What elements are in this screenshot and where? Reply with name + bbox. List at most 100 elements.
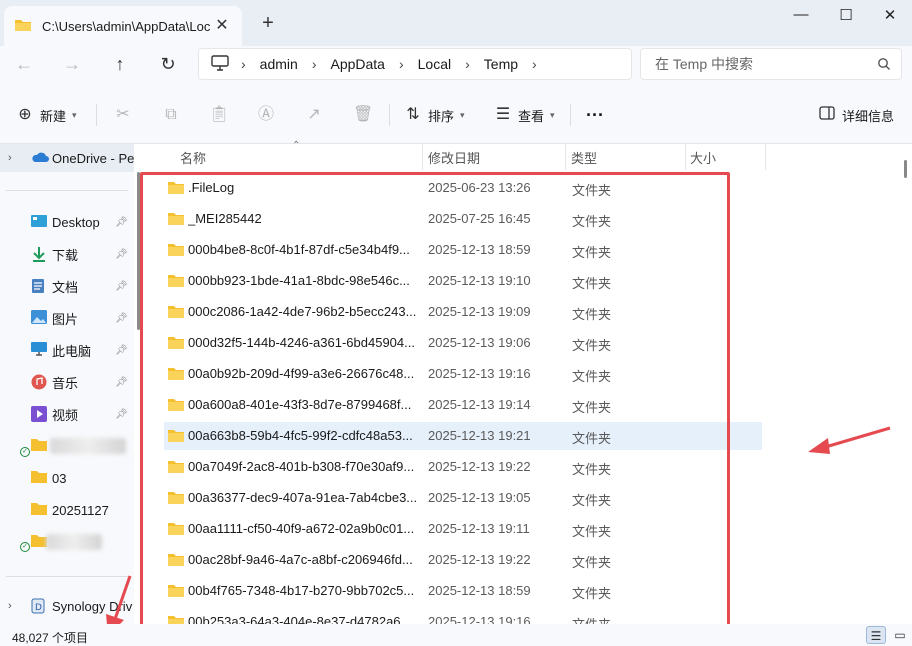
cut-button[interactable]: ✂ [114,104,138,126]
maximize-button[interactable]: ☐ [831,6,861,26]
desktop-icon [31,214,47,230]
column-header-date[interactable]: 修改日期 [394,144,538,170]
redacted-label [50,438,126,454]
sidebar-item-this-pc[interactable]: 此电脑 📌︎ [0,336,134,364]
rename-button[interactable]: Ⓐ [257,104,281,126]
status-bar: 48,027 个项目 ☰ ▭ [0,624,912,646]
new-label: 新建 [40,108,67,124]
close-window-button[interactable]: ✕ [875,6,905,26]
plus-circle-icon: ⊕ [18,106,32,123]
music-icon [31,374,47,390]
tiles-view-button[interactable]: ▭ [890,626,910,644]
sidebar-item-desktop[interactable]: Desktop 📌︎ [0,208,134,236]
pin-icon[interactable]: 📌︎ [115,377,128,388]
delete-button[interactable]: 🗑︎ [353,104,377,126]
sort-label: 排序 [428,108,455,124]
search-input[interactable]: 在 Temp 中搜索 [640,48,902,80]
rename-icon: Ⓐ [257,106,274,123]
folder-icon [31,534,47,550]
tab-temp[interactable]: C:\Users\admin\AppData\Loca ✕ [4,6,242,46]
sort-button[interactable]: ⇅ 排序 ▾ [404,104,465,126]
main-scrollbar[interactable] [904,160,907,178]
chevron-right-icon: › [465,56,470,72]
divider [389,104,390,126]
divider [96,104,97,126]
more-options-button[interactable]: ··· [586,104,604,126]
column-divider[interactable] [765,144,766,170]
command-bar: ⊕ 新建 ▾ ✂ ⧉ 📋︎ Ⓐ ↗ 🗑︎ ⇅ 排序 ▾ ☰ 查看 ▾ ··· 详… [0,84,912,144]
sidebar-item-downloads[interactable]: 下载 📌︎ [0,240,134,268]
address-bar[interactable]: › admin › AppData › Local › Temp › [198,48,632,80]
share-button[interactable]: ↗ [305,104,329,126]
details-pane-icon [818,106,836,124]
details-pane-button[interactable]: 详细信息 [818,104,894,126]
sidebar-item-videos[interactable]: 视频 📌︎ [0,400,134,428]
minimize-button[interactable]: — [786,6,816,26]
breadcrumb-admin[interactable]: admin [260,56,298,72]
column-header-size[interactable]: 大小 [656,144,736,170]
new-button[interactable]: ⊕ 新建 ▾ [16,104,77,126]
cloud-icon [31,150,49,166]
sidebar-item-03[interactable]: 03 [0,464,134,492]
scissors-icon: ✂ [116,106,130,123]
copy-button[interactable]: ⧉ [162,104,186,126]
redacted-label [46,534,102,550]
folder-icon [31,502,47,518]
details-view-button[interactable]: ☰ [866,626,886,644]
breadcrumb-temp[interactable]: Temp [484,56,518,72]
annotation-arrow-icon [808,426,891,454]
chevron-down-icon: ▾ [460,109,465,120]
view-list-icon: ☰ [495,106,511,123]
pin-icon[interactable]: 📌︎ [115,345,128,356]
chevron-right-icon: › [241,56,246,72]
back-button[interactable]: ← [12,52,36,76]
item-count: 48,027 个项目 [12,631,89,645]
chevron-down-icon: ▾ [550,109,555,120]
chevron-right-icon[interactable]: › [8,600,12,612]
view-label: 查看 [518,108,545,124]
video-icon [31,406,47,422]
paste-button[interactable]: 📋︎ [209,104,233,126]
divider [6,190,128,191]
sidebar-label: OneDrive - Pe [52,150,134,166]
title-bar: C:\Users\admin\AppData\Loca ✕ + — ☐ ✕ [0,0,912,46]
tab-close-icon[interactable]: ✕ [212,16,232,36]
download-icon [31,246,47,262]
pin-icon[interactable]: 📌︎ [115,217,128,228]
copy-icon: ⧉ [165,106,177,123]
sidebar-item-pictures[interactable]: 图片 📌︎ [0,304,134,332]
chevron-down-icon: ▾ [72,109,77,120]
paste-icon: 📋︎ [209,106,230,123]
sync-ok-icon: ✓ [20,447,30,457]
sidebar-item-redacted[interactable] [0,432,134,460]
pin-icon[interactable]: 📌︎ [115,249,128,260]
pin-icon[interactable]: 📌︎ [115,313,128,324]
column-header-type[interactable]: 类型 [537,144,653,170]
chevron-right-icon[interactable]: › [532,56,537,72]
trash-icon: 🗑︎ [353,106,374,123]
sidebar-item-redacted[interactable] [0,528,134,556]
pin-icon[interactable]: 📌︎ [115,281,128,292]
navigation-pane: › OneDrive - Pe Desktop 📌︎ 下载 📌︎ 文档 📌︎ 图… [0,144,134,624]
up-button[interactable]: ↑ [108,52,132,76]
view-button[interactable]: ☰ 查看 ▾ [494,104,555,126]
chevron-right-icon: › [311,56,317,72]
pin-icon[interactable]: 📌︎ [115,409,128,420]
new-tab-button[interactable]: + [258,12,278,35]
divider [570,104,571,126]
share-icon: ↗ [307,106,321,123]
breadcrumb-local[interactable]: Local [418,56,451,72]
forward-button[interactable]: → [60,52,84,76]
details-label: 详细信息 [842,108,895,124]
refresh-button[interactable]: ↻ [156,52,180,76]
sidebar-item-documents[interactable]: 文档 📌︎ [0,272,134,300]
address-row: ← → ↑ ↻ › admin › AppData › Local › Temp… [0,46,912,84]
synology-drive-icon: D [31,598,47,614]
chevron-right-icon[interactable]: › [8,152,12,164]
sidebar-item-music[interactable]: 音乐 📌︎ [0,368,134,396]
sidebar-item-onedrive[interactable]: › OneDrive - Pe [0,144,134,172]
column-header-name[interactable]: 名称 [146,144,422,170]
breadcrumb-appdata[interactable]: AppData [330,56,384,72]
folder-icon [31,438,47,454]
sidebar-item-20251127[interactable]: 20251127 [0,496,134,524]
